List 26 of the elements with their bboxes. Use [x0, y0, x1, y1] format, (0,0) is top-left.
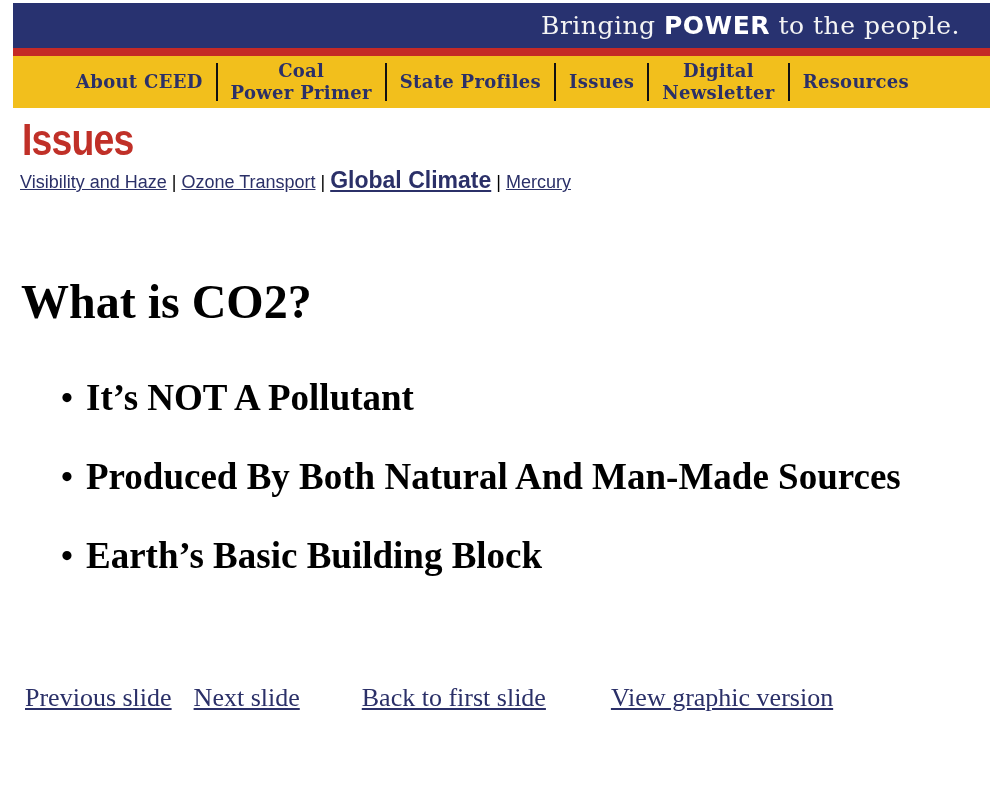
- bullet-marker: •: [61, 457, 74, 497]
- separator: |: [171, 172, 177, 193]
- nav-link[interactable]: Digital Newsletter: [649, 60, 788, 104]
- separator: |: [320, 172, 326, 193]
- section-title: Issues: [22, 116, 135, 164]
- nav-link[interactable]: Resources: [789, 71, 922, 93]
- nav-link[interactable]: Issues: [556, 71, 648, 93]
- bullet-item: Produced By Both Natural And Man-Made Sources: [86, 455, 901, 499]
- bullet-marker: •: [61, 378, 74, 418]
- slide-link[interactable]: Previous slide: [25, 683, 172, 713]
- separator: |: [496, 172, 501, 193]
- slide-link[interactable]: Back to first slide: [361, 683, 546, 713]
- nav-link[interactable]: About CEED: [63, 71, 216, 93]
- nav-link[interactable]: State Profiles: [386, 71, 555, 93]
- nav-link[interactable]: Coal Power Primer: [217, 60, 385, 104]
- slide-title: What is CO2?: [21, 274, 313, 330]
- slide-link[interactable]: View graphic version: [610, 683, 834, 713]
- issue-link[interactable]: Global Climate: [330, 167, 492, 194]
- tagline: Bringing POWER to the people.: [541, 11, 960, 40]
- bullet-marker: •: [61, 536, 74, 576]
- slide-link[interactable]: Next slide: [193, 683, 300, 713]
- issue-link[interactable]: Mercury: [505, 172, 571, 193]
- bullet-item: Earth’s Basic Building Block: [86, 534, 543, 578]
- bullet-item: It’s NOT A Pollutant: [86, 376, 414, 420]
- issue-link[interactable]: Ozone Transport: [181, 172, 316, 193]
- issue-link[interactable]: Visibility and Haze: [20, 172, 167, 193]
